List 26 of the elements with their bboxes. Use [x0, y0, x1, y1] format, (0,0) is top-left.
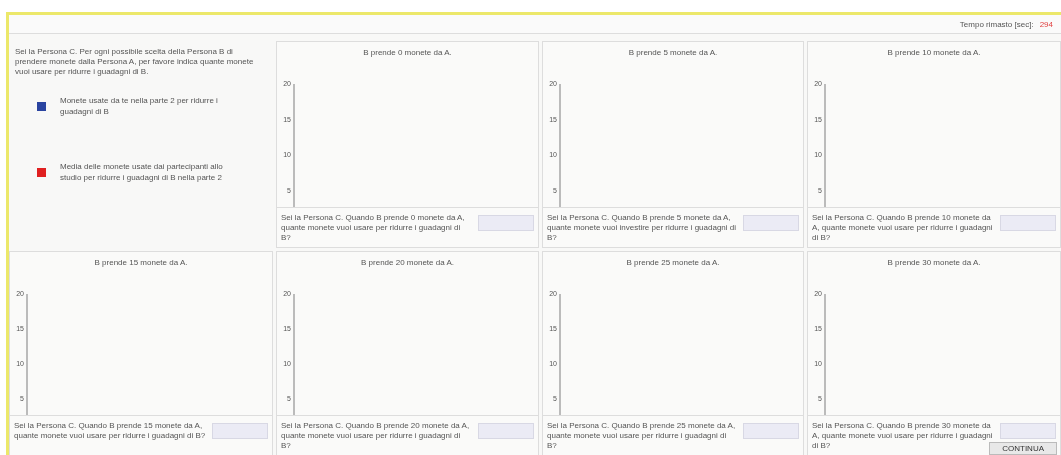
question-text: Sei la Persona C. Quando B prende 5 monete da A, quante monete vuoi investire per ridurre i guadagni di B? — [547, 213, 737, 243]
timer-label: Tempo rimasto [sec]: — [959, 19, 1034, 29]
question-text: Sei la Persona C. Quando B prende 20 monete da A, quante monete vuoi usare per ridurre i guadagni di B? — [281, 421, 471, 451]
chart-title: B prende 15 monete da A. — [93, 257, 189, 269]
chart-title: B prende 30 monete da A. — [886, 257, 982, 269]
chart-title: B prende 25 monete da A. — [625, 257, 721, 269]
question-text: Sei la Persona C. Quando B prende 25 monete da A, quante monete vuoi usare per ridurre i guadagni di B? — [547, 421, 737, 451]
answer-field[interactable] — [478, 215, 534, 231]
question-text: Sei la Persona C. Quando B prende 10 monete da A, quante monete vuoi usare per ridurre i guadagni di B? — [812, 213, 994, 243]
chart-title: B prende 5 monete da A. — [627, 47, 719, 59]
legend-label: Media delle monete usate dai partecipanti allo studio per ridurre i guadagni di B nella parte 2 — [60, 161, 224, 183]
chart-title: B prende 20 monete da A. — [360, 257, 455, 269]
instructions-text: Sei la Persona C. Per ogni possibile scelta della Persona B di prendere monete dalla Persona A, per favore indica quante monete vuoi usare per ridurre i guadagni di B. — [15, 47, 255, 77]
answer-field[interactable] — [743, 423, 799, 439]
answer-field[interactable] — [212, 423, 268, 439]
question-text: Sei la Persona C. Quando B prende 0 monete da A, quante monete vuoi usare per ridurre i guadagni di B? — [281, 213, 466, 243]
chart-title: B prende 0 monete da A. — [362, 47, 453, 59]
answer-field[interactable] — [1000, 215, 1056, 231]
legend-label: Monete usate da te nella parte 2 per ridurre i guadagni di B — [60, 95, 219, 117]
continue-button[interactable]: CONTINUA — [989, 442, 1057, 455]
chart-title: B prende 10 monete da A. — [886, 47, 982, 59]
answer-field[interactable] — [743, 215, 799, 231]
answer-field[interactable] — [1000, 423, 1056, 439]
question-text: Sei la Persona C. Quando B prende 15 monete da A, quante monete vuoi usare per ridurre i guadagni di B? — [14, 421, 206, 441]
answer-field[interactable] — [478, 423, 534, 439]
timer-value: 294 — [1039, 19, 1053, 29]
